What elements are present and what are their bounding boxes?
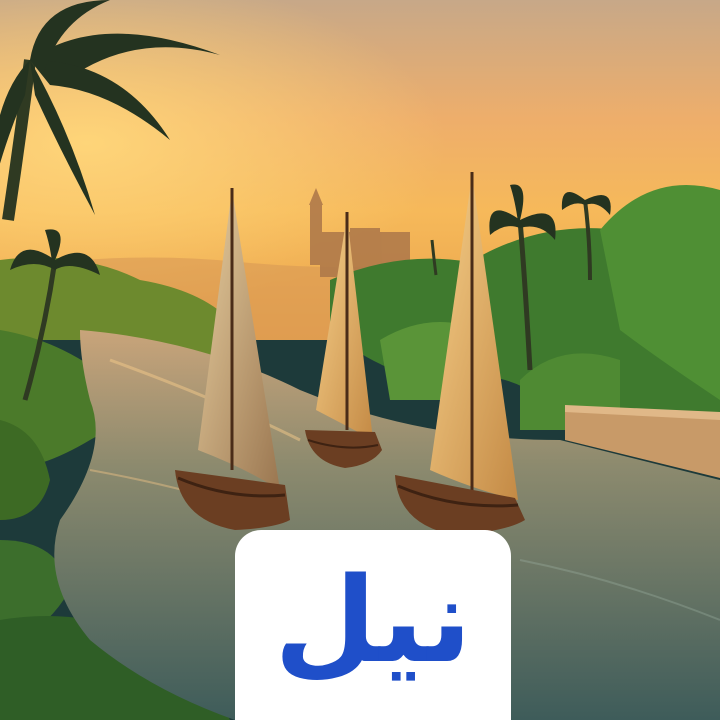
- nile-scene: نيل: [0, 0, 720, 720]
- logo-card: نيل: [235, 530, 511, 720]
- nile-logo-text: نيل: [274, 551, 472, 689]
